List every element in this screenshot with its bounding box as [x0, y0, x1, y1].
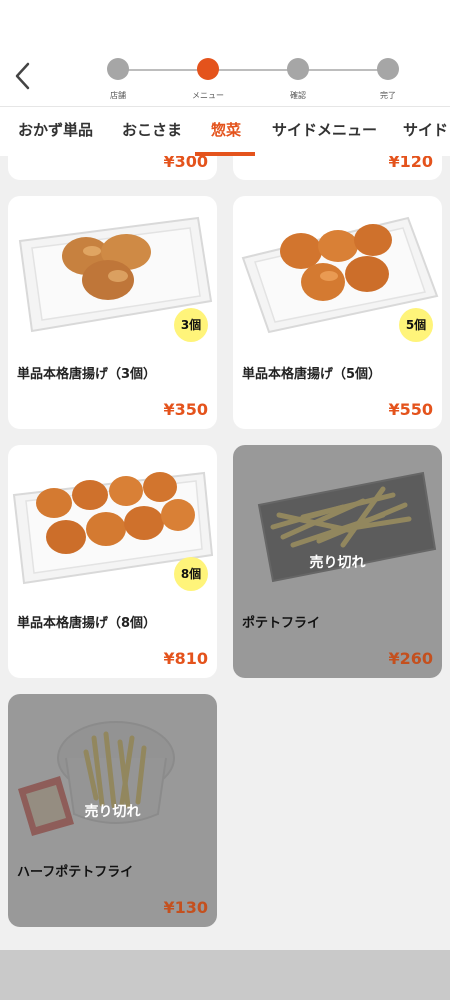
product-card-partial[interactable]: ¥120	[233, 156, 442, 180]
product-price: ¥130	[163, 898, 208, 917]
step-dot	[287, 58, 309, 80]
step-label: メニュー	[192, 91, 224, 100]
step-store: 店舗	[94, 58, 142, 101]
step-label: 確認	[290, 91, 306, 100]
product-grid: ¥300 ¥120 3個 単品本格唐揚げ（3個） ¥350 5個 単品本格唐揚げ…	[0, 156, 450, 950]
product-card-sold-out[interactable]: 売り切れ ポテトフライ ¥260	[233, 445, 442, 678]
product-name: ポテトフライ	[242, 616, 321, 631]
chevron-left-icon	[15, 62, 30, 90]
tab-side-dish-single[interactable]: おかず単品	[18, 119, 93, 140]
quantity-badge: 8個	[174, 557, 208, 591]
stepper-track	[118, 69, 390, 71]
progress-stepper: 店舗 メニュー 確認 完了	[94, 58, 414, 104]
product-name: 単品本格唐揚げ（5個）	[242, 367, 382, 382]
product-card[interactable]: 5個 単品本格唐揚げ（5個） ¥550	[233, 196, 442, 429]
back-button[interactable]	[8, 58, 38, 94]
step-menu: メニュー	[184, 58, 232, 101]
step-label: 店舗	[110, 91, 126, 100]
step-dot	[377, 58, 399, 80]
product-card-partial[interactable]: ¥300	[8, 156, 217, 180]
category-tabs: おかず単品 おこさま 惣菜 サイドメニュー サイド	[0, 106, 450, 156]
product-card[interactable]: 8個 単品本格唐揚げ（8個） ¥810	[8, 445, 217, 678]
product-price: ¥550	[388, 400, 433, 419]
product-price: ¥810	[163, 649, 208, 668]
sold-out-label: 売り切れ	[309, 555, 366, 571]
product-card[interactable]: 3個 単品本格唐揚げ（3個） ¥350	[8, 196, 217, 429]
step-label: 完了	[380, 91, 396, 100]
tab-kids[interactable]: おこさま	[122, 119, 182, 140]
tab-deli[interactable]: 惣菜	[211, 119, 241, 140]
product-name: ハーフポテトフライ	[17, 865, 134, 880]
tab-side-menu[interactable]: サイドメニュー	[272, 119, 377, 140]
product-name: 単品本格唐揚げ（8個）	[17, 616, 157, 631]
header-bar: 店舗 メニュー 確認 完了	[0, 0, 450, 106]
quantity-badge: 3個	[174, 308, 208, 342]
tab-side[interactable]: サイド	[403, 119, 448, 140]
product-price: ¥350	[163, 400, 208, 419]
step-complete: 完了	[364, 58, 412, 101]
product-card-sold-out[interactable]: 売り切れ ハーフポテトフライ ¥130	[8, 694, 217, 927]
product-name: 単品本格唐揚げ（3個）	[17, 367, 157, 382]
sold-out-label: 売り切れ	[84, 804, 141, 820]
product-price: ¥300	[163, 156, 208, 171]
bottom-bar	[0, 950, 450, 1000]
step-dot	[107, 58, 129, 80]
step-dot-active	[197, 58, 219, 80]
step-confirm: 確認	[274, 58, 322, 101]
product-price: ¥260	[388, 649, 433, 668]
quantity-badge: 5個	[399, 308, 433, 342]
product-price: ¥120	[388, 156, 433, 171]
